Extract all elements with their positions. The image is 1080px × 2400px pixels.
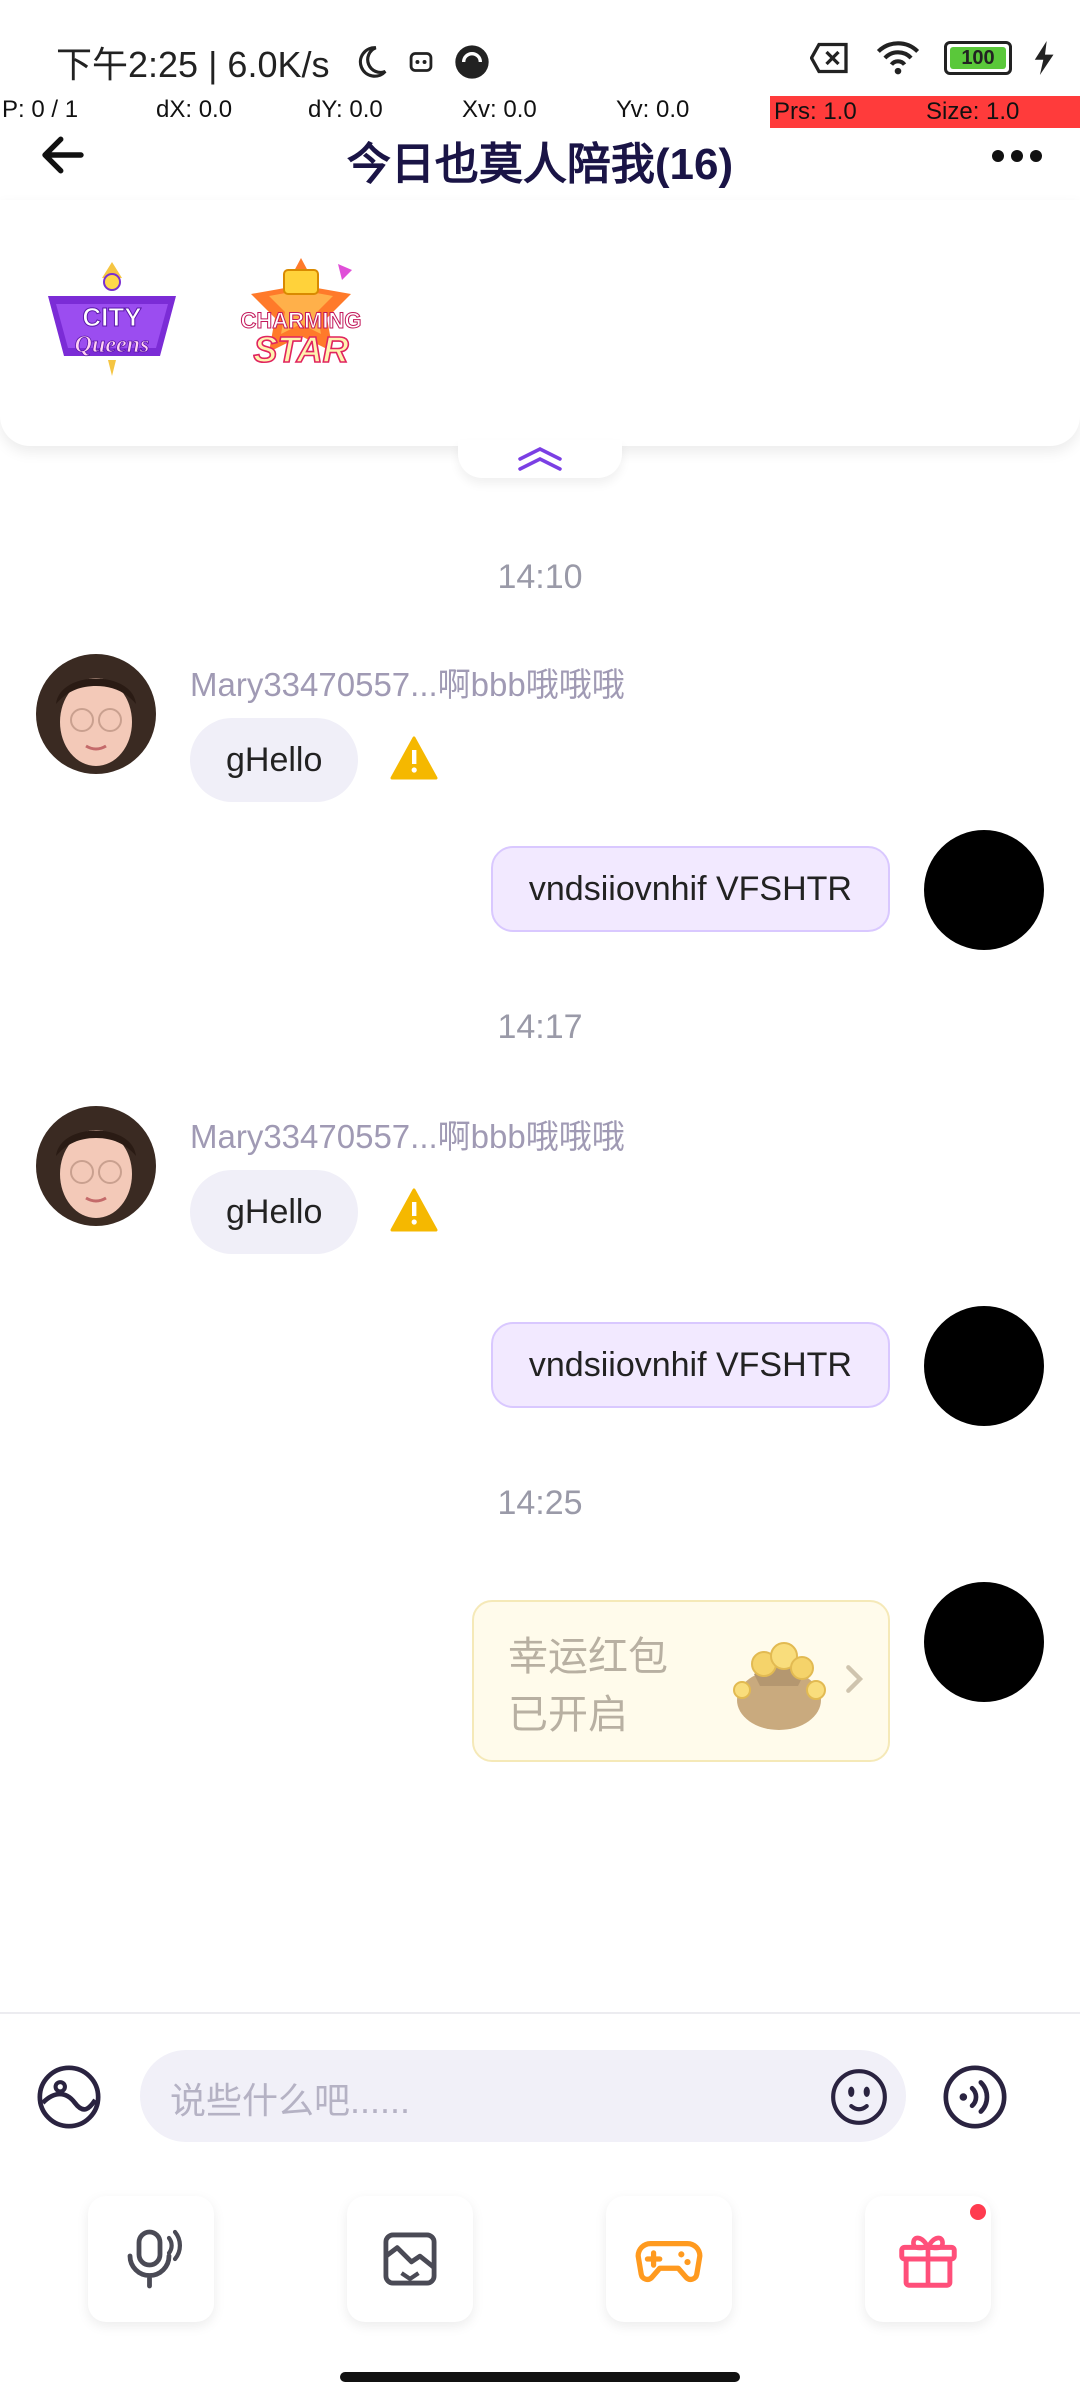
- user-avatar-photo: [36, 654, 156, 774]
- debug-xv: Xv: 0.0: [462, 96, 537, 123]
- lucky-red-packet-card[interactable]: 幸运红包 已开启: [472, 1600, 890, 1762]
- gamepad-icon: [635, 2240, 703, 2282]
- status-right-icons: 100: [810, 40, 1056, 76]
- album-icon[interactable]: [34, 2062, 104, 2132]
- debug-size: Size: 1.0: [922, 96, 1080, 128]
- game-button[interactable]: [606, 2196, 732, 2322]
- voice-message-icon[interactable]: [940, 2062, 1010, 2132]
- warning-icon[interactable]: [390, 1188, 438, 1232]
- wifi-icon: [876, 41, 920, 75]
- app-notification-icon: [455, 45, 489, 79]
- battery-icon: 100: [944, 41, 1012, 75]
- sender-name: Mary33470557...啊bbb哦哦哦: [190, 666, 625, 703]
- voice-room-button[interactable]: [88, 2196, 214, 2322]
- incoming-message-bubble[interactable]: gHello: [190, 718, 359, 802]
- outgoing-message-bubble[interactable]: vndsiiovnhif VFSHTR: [490, 846, 890, 932]
- double-chevron-up-icon: [518, 447, 562, 471]
- avatar[interactable]: [36, 1106, 156, 1226]
- red-packet-status: 已开启: [508, 1693, 628, 1737]
- red-packet-label: 幸运红包 已开启: [508, 1628, 668, 1744]
- my-avatar[interactable]: [924, 1582, 1044, 1702]
- my-avatar[interactable]: [924, 830, 1044, 950]
- charging-icon: [1034, 41, 1054, 75]
- chat-title: 今日也莫人陪我(16): [346, 140, 734, 189]
- timestamp: 14:25: [497, 1484, 583, 1522]
- sender-name: Mary33470557...啊bbb哦哦哦: [190, 1118, 625, 1155]
- badges-panel: CITY Queens CHARMING STAR: [0, 200, 1080, 446]
- emoji-icon[interactable]: [828, 2066, 890, 2128]
- svg-text:STAR: STAR: [253, 329, 348, 370]
- moon-icon: [358, 46, 387, 78]
- microphone-icon: [127, 2229, 183, 2289]
- timestamp: 14:17: [497, 1008, 583, 1046]
- red-packet-title: 幸运红包: [508, 1635, 668, 1679]
- collapse-panel-handle[interactable]: [458, 440, 622, 478]
- incoming-message-bubble[interactable]: gHello: [190, 1170, 359, 1254]
- image-icon: [383, 2232, 437, 2286]
- charming-star-badge-icon: CHARMING STAR: [240, 258, 362, 371]
- gift-icon: [899, 2235, 957, 2288]
- timestamp: 14:10: [497, 558, 583, 596]
- status-time: 下午2:25 | 6.0K/s: [56, 44, 330, 85]
- warning-icon[interactable]: [390, 736, 438, 780]
- badge-city-queens[interactable]: CITY Queens: [38, 256, 186, 386]
- battery-level: 100: [961, 46, 995, 69]
- svg-text:Queens: Queens: [75, 332, 150, 358]
- debug-p: P: 0 / 1: [2, 96, 79, 123]
- status-left-icons: [352, 42, 492, 82]
- svg-text:CITY: CITY: [82, 302, 141, 332]
- photo-button[interactable]: [347, 2196, 473, 2322]
- user-avatar-photo: [36, 1106, 156, 1226]
- chevron-right-icon: [846, 1665, 864, 1693]
- pointer-debug-overlay: P: 0 / 1 dX: 0.0 dY: 0.0 Xv: 0.0 Yv: 0.0…: [0, 96, 1080, 128]
- sim-off-icon: [810, 42, 848, 74]
- gift-notification-dot: [970, 2204, 986, 2220]
- my-avatar[interactable]: [924, 1306, 1044, 1426]
- gold-coin-bag-icon: [733, 1642, 826, 1730]
- message-input-placeholder: 说些什么吧......: [170, 2080, 411, 2121]
- debug-yv: Yv: 0.0: [616, 96, 690, 123]
- message-input[interactable]: 说些什么吧......: [140, 2050, 906, 2142]
- avatar[interactable]: [36, 654, 156, 774]
- outgoing-message-bubble[interactable]: vndsiiovnhif VFSHTR: [490, 1322, 890, 1408]
- home-indicator[interactable]: [340, 2372, 740, 2382]
- debug-dy: dY: 0.0: [308, 96, 383, 123]
- badge-charming-star[interactable]: CHARMING STAR: [226, 254, 376, 388]
- debug-dx: dX: 0.0: [156, 96, 233, 123]
- robot-icon: [409, 52, 433, 72]
- input-divider: [0, 2012, 1080, 2014]
- city-queens-badge-icon: CITY Queens: [48, 262, 176, 376]
- more-options-icon[interactable]: [990, 148, 1044, 164]
- debug-prs: Prs: 1.0: [770, 96, 924, 128]
